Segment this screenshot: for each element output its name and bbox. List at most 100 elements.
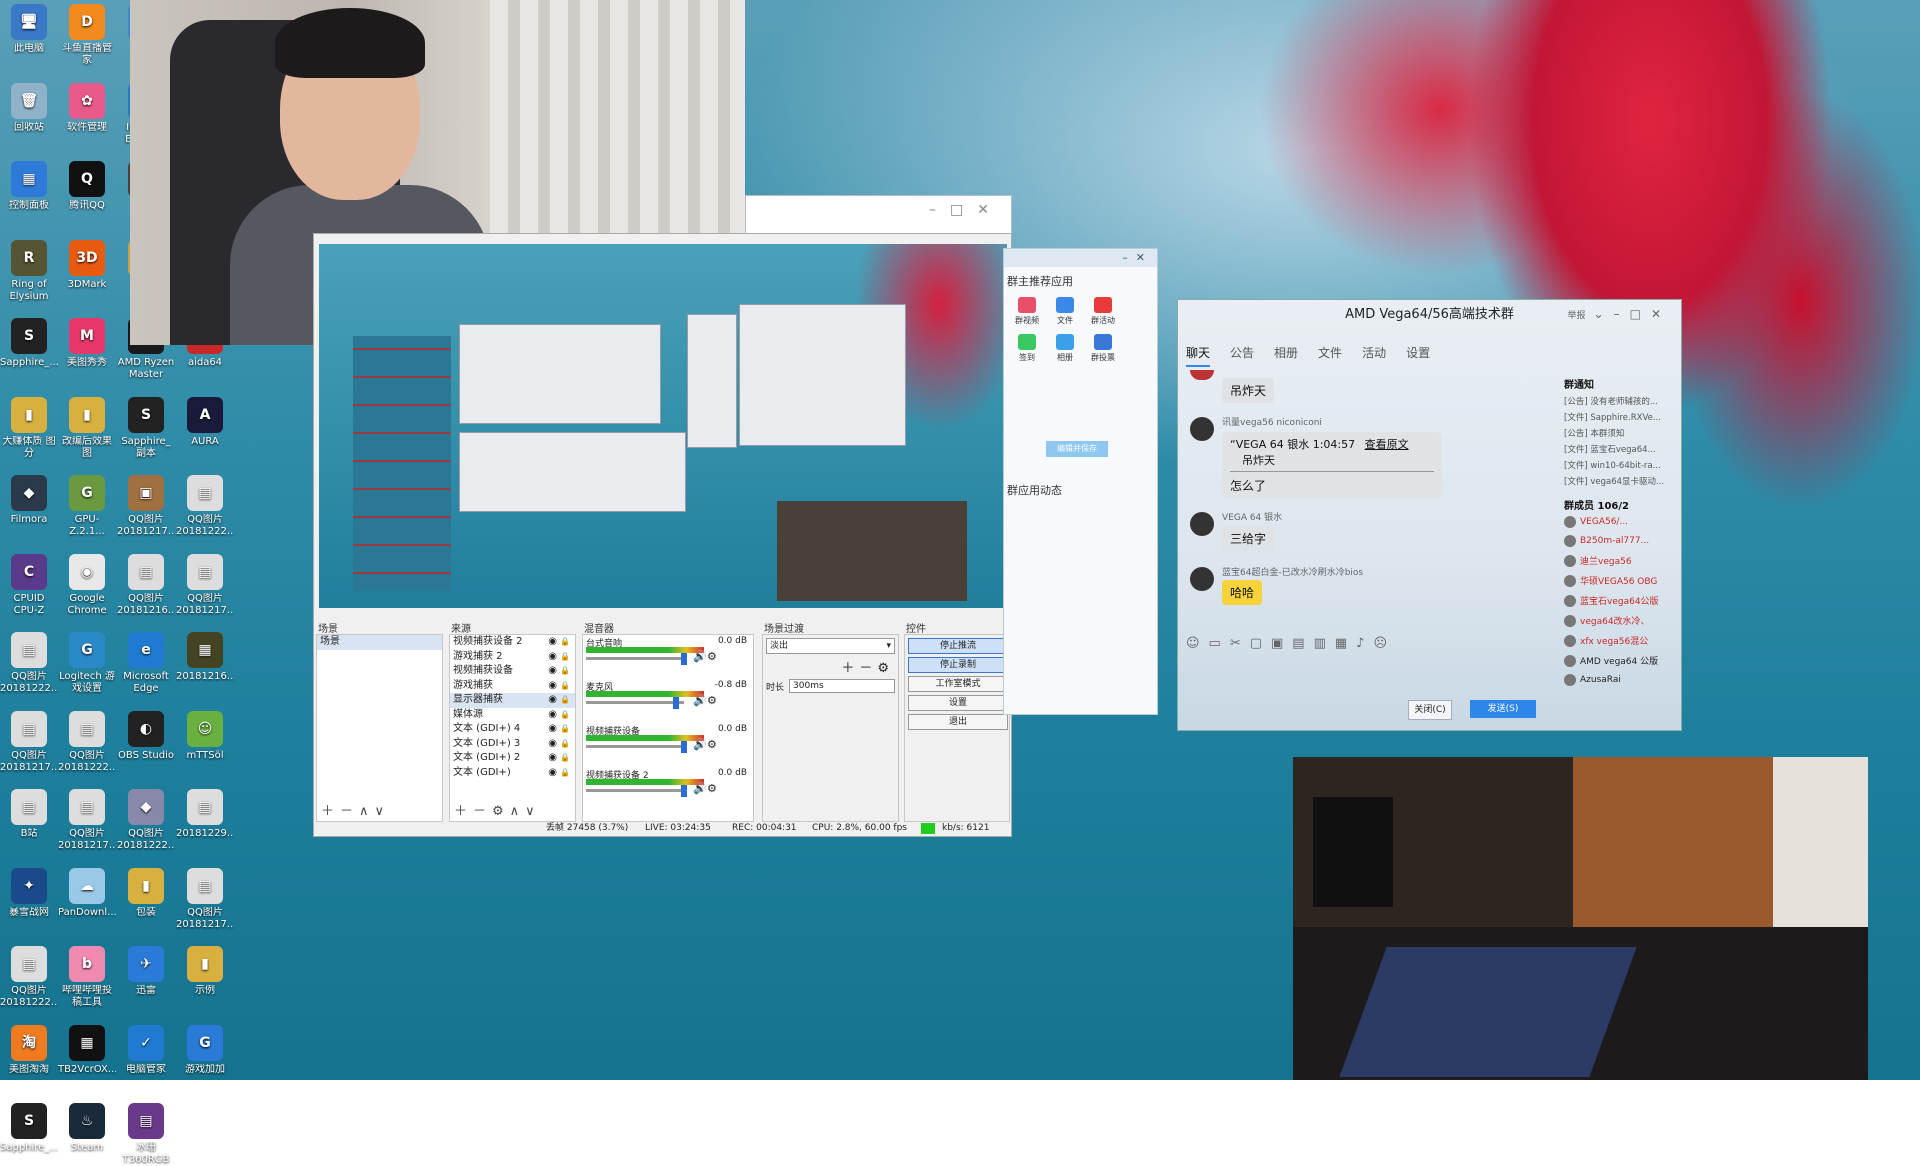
stop-streaming-button[interactable]: 停止推流 [908,638,1008,654]
desktop-icon[interactable]: ▮ 包装 [117,867,175,919]
volume-slider-handle[interactable] [681,785,687,797]
member-item[interactable]: AzusaRai [1564,674,1680,686]
notice-item[interactable]: [公告] 本群须知 [1564,427,1680,439]
edit-save-button[interactable]: 编辑并保存 [1046,441,1108,457]
tab-5[interactable]: 设置 [1406,344,1430,367]
visibility-eye-icon[interactable]: ◉ [548,722,557,737]
desktop-icon[interactable]: ☁ PanDownl... [58,867,116,919]
tab-0[interactable]: 聊天 [1186,344,1211,367]
lock-icon[interactable]: 🔒 [560,679,570,694]
lock-icon[interactable]: 🔒 [560,766,570,781]
desktop-icon[interactable]: ◆ Filmora [0,475,58,526]
desktop-icon[interactable]: ✿ 软件管理 [58,82,116,134]
desktop-icon[interactable]: 🖥 此电脑 [0,4,58,55]
desktop-icon[interactable]: ▦ 20181216... [176,632,234,683]
lock-icon[interactable]: 🔒 [560,737,570,752]
desktop-icon[interactable]: ▮ 大赚体质 图分 [0,396,58,460]
member-item[interactable]: AMD vega64 公版 [1564,654,1680,667]
visibility-eye-icon[interactable]: ◉ [548,737,557,752]
notice-item[interactable]: [公告] 没有老师辅孩的... [1564,395,1680,407]
tab-3[interactable]: 文件 [1318,344,1342,367]
source-item[interactable]: 文本 (GDI+) 4 ◉ 🔒 [450,722,575,737]
desktop-icon[interactable]: ▤ QQ图片 20181222... [58,710,116,774]
source-item[interactable]: 文本 (GDI+) 2 ◉ 🔒 [450,751,575,766]
desktop-icon[interactable]: ▮ 示例 [176,946,234,997]
group-app[interactable]: 群视频 [1008,297,1046,326]
desktop-icon[interactable]: 🗑 回收站 [0,82,58,134]
gear-icon[interactable]: ⚙ [707,694,717,707]
desktop-icon[interactable]: ✦ 暴雪战网 [0,867,58,919]
desktop-icon[interactable]: M 美图秀秀 [58,318,116,369]
desktop-icon[interactable]: ▤ QQ图片 20181217... [176,867,234,931]
desktop-icon[interactable]: S Sapphire_副本 [117,396,175,460]
volume-slider-handle[interactable] [681,653,687,665]
lock-icon[interactable]: 🔒 [560,722,570,737]
desktop-icon[interactable]: ☺ mTTSöl [176,710,234,762]
desktop-icon[interactable]: A AURA [176,396,234,448]
member-item[interactable]: xfx vega56混公 [1564,634,1680,647]
window-controls[interactable]: 举报 ⌄–□✕ [1568,307,1671,321]
desktop-icon[interactable]: 淘美图淘淘 [0,1024,58,1076]
tab-2[interactable]: 相册 [1274,344,1298,367]
visibility-eye-icon[interactable]: ◉ [548,679,557,694]
avatar[interactable] [1190,417,1214,441]
send-button[interactable]: 发送(S) [1470,700,1536,718]
exit-button[interactable]: 退出 [908,714,1008,730]
desktop-icon[interactable]: C CPUID CPU-Z [0,553,58,617]
source-item[interactable]: 文本 (GDI+) 3 ◉ 🔒 [450,737,575,752]
member-item[interactable]: 蓝宝石vega64公版 [1564,594,1680,607]
speaker-icon[interactable]: 🔊 [693,650,707,663]
settings-button[interactable]: 设置 [908,695,1008,711]
lock-icon[interactable]: 🔒 [560,635,570,650]
obs-window-titlebar[interactable]: –□✕ [745,195,1012,235]
volume-slider[interactable] [586,745,684,748]
lock-icon[interactable]: 🔒 [560,693,570,708]
speaker-icon[interactable]: 🔊 [693,738,707,751]
stop-recording-button[interactable]: 停止录制 [908,657,1008,673]
member-item[interactable]: 迪兰vega56 [1564,554,1680,567]
desktop-icon[interactable]: ▤ B站 [0,789,58,840]
member-item[interactable]: 华硕VEGA56 OBG [1564,574,1680,587]
gear-icon[interactable]: ⚙ [707,650,717,663]
source-item[interactable]: 文本 (GDI+) ◉ 🔒 [450,766,575,781]
desktop-icon[interactable]: ▦ 控制面板 [0,161,58,212]
source-item[interactable]: 游戏捕获 2 ◉ 🔒 [450,650,575,665]
desktop-icon[interactable]: ▤ QQ图片 20181222... [0,946,58,1009]
source-item[interactable]: 视频捕获设备 2 ◉ 🔒 [450,635,575,650]
volume-slider-handle[interactable] [681,741,687,753]
avatar[interactable] [1190,512,1214,536]
notice-item[interactable]: [文件] 蓝宝石vega64... [1564,443,1680,455]
source-item[interactable]: 视频捕获设备 ◉ 🔒 [450,664,575,679]
window-controls[interactable]: –□✕ [929,202,1003,218]
lock-icon[interactable]: 🔒 [560,650,570,665]
tab-1[interactable]: 公告 [1230,344,1254,367]
desktop-icon[interactable]: G Logitech 游戏设置 [58,632,116,695]
desktop-icon[interactable]: G 游戏加加 [176,1024,234,1076]
window-controls[interactable]: –✕ [1122,251,1153,264]
desktop-icon[interactable]: ♨ Steam [58,1103,116,1154]
desktop-icon[interactable]: ▤ QQ图片 20181222... [0,632,58,695]
desktop-icon[interactable]: 3D 3DMark [58,239,116,291]
member-item[interactable]: VEGA56/... [1564,516,1680,528]
avatar[interactable] [1190,567,1214,591]
desktop-icon[interactable]: ▮ 改编后效果图 [58,396,116,460]
desktop-icon[interactable]: ▤ QQ图片 20181217... [0,710,58,774]
scenes-toolbar[interactable]: ＋－∧∨ [321,800,390,819]
close-button[interactable]: 关闭(C) [1408,700,1452,720]
desktop-icon[interactable]: ◉ Google Chrome [58,553,116,617]
group-app[interactable]: 文件 [1046,297,1084,326]
group-app[interactable]: 群活动 [1084,297,1122,326]
tab-4[interactable]: 活动 [1362,344,1386,367]
visibility-eye-icon[interactable]: ◉ [548,650,557,665]
desktop-icon[interactable]: G GPU-Z.2.1... [58,475,116,538]
member-item[interactable]: B250m-al777... [1564,535,1680,547]
desktop-icon[interactable]: e Microsoft Edge [117,632,175,695]
desktop-icon[interactable]: ◐ OBS Studio [117,710,175,762]
desktop-icon[interactable]: ▤ QQ图片 20181222... [176,475,234,538]
obs-preview[interactable] [319,244,1007,608]
desktop-icon[interactable]: ▤ QQ图片 20181216... [117,553,175,617]
desktop-icon[interactable]: ◆ QQ图片 20181222... [117,789,175,852]
group-app[interactable]: 群投票 [1084,334,1122,363]
desktop-icon[interactable]: R Ring of Elysium [0,239,58,303]
lock-icon[interactable]: 🔒 [560,708,570,723]
